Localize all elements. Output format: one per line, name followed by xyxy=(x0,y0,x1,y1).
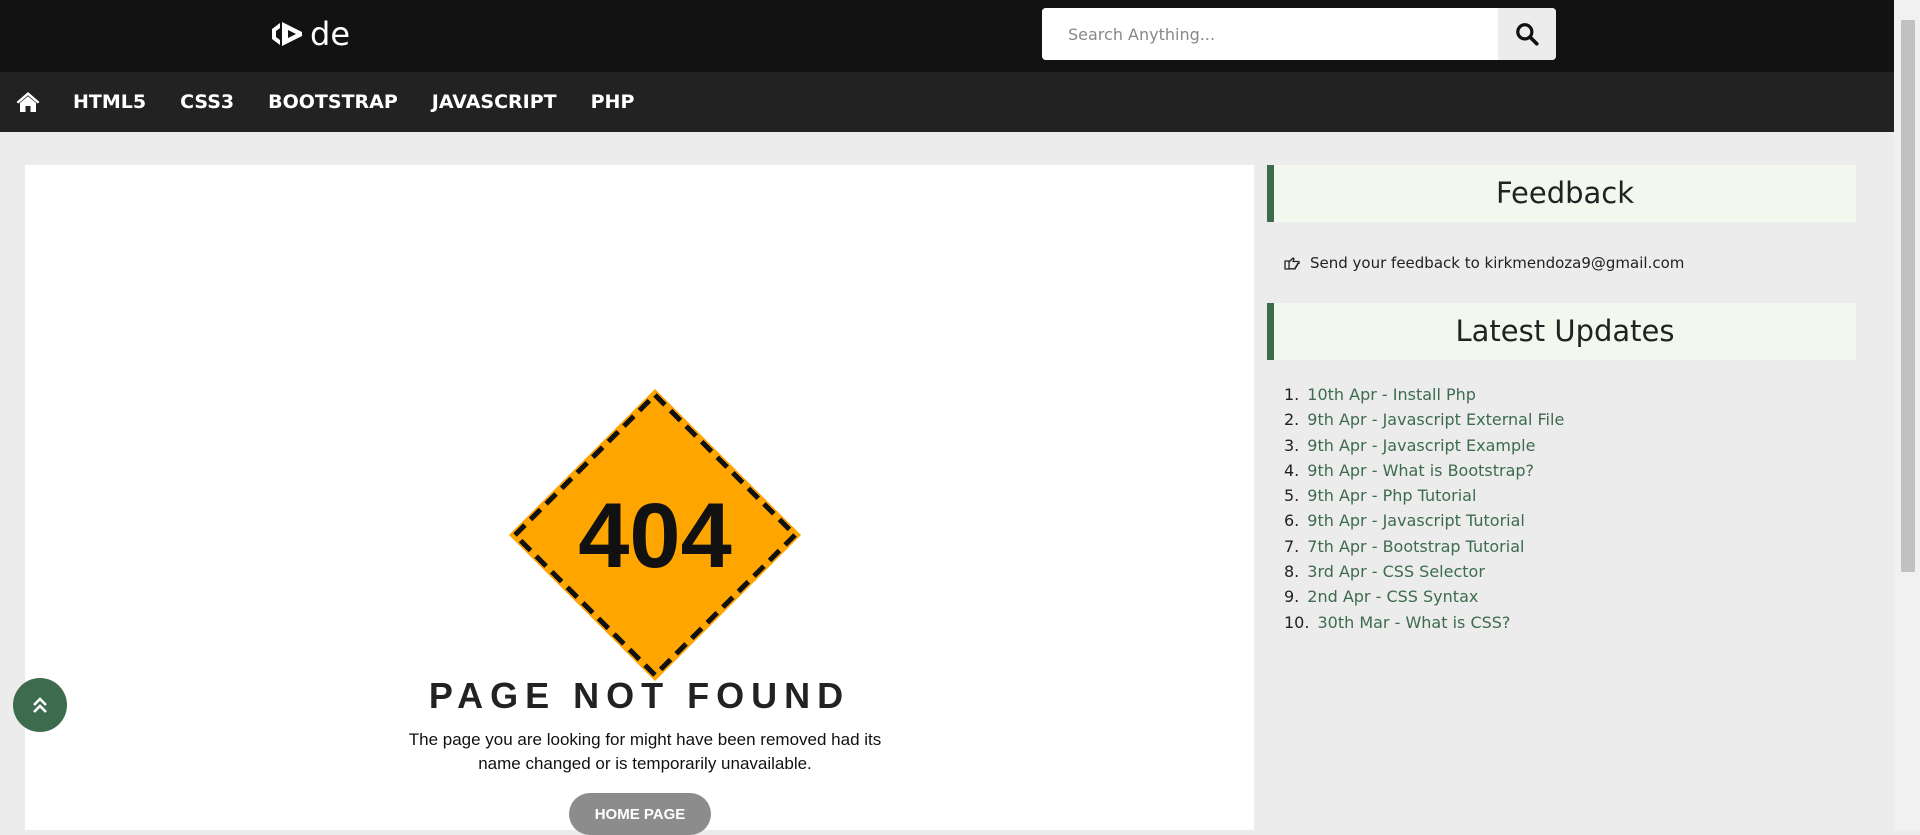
nav-item-css3[interactable]: CSS3 xyxy=(163,72,251,132)
update-link[interactable]: 3rd Apr - CSS Selector xyxy=(1307,562,1485,581)
hand-pointer-icon xyxy=(1284,256,1300,270)
nav-home-button[interactable] xyxy=(0,72,56,132)
search-bar xyxy=(1042,8,1556,60)
update-link[interactable]: 9th Apr - What is Bootstrap? xyxy=(1307,461,1534,480)
list-item-number: 8. xyxy=(1284,562,1300,582)
scrollbar-thumb[interactable] xyxy=(1901,20,1915,572)
feedback-heading: Feedback xyxy=(1267,165,1856,222)
update-link[interactable]: 30th Mar - What is CSS? xyxy=(1317,613,1510,632)
warning-sign-icon: 404 xyxy=(509,389,801,681)
nav-item-php[interactable]: PHP xyxy=(574,72,652,132)
feedback-text: Send your feedback to kirkmendoza9@gmail… xyxy=(1310,253,1685,272)
error-description: The page you are looking for might have … xyxy=(408,730,882,773)
update-link[interactable]: 10th Apr - Install Php xyxy=(1307,385,1476,404)
update-link[interactable]: 9th Apr - Javascript Example xyxy=(1307,436,1535,455)
nav-item-bootstrap[interactable]: BOOTSTRAP xyxy=(251,72,415,132)
logo-mark-icon xyxy=(272,22,302,46)
feedback-line: Send your feedback to kirkmendoza9@gmail… xyxy=(1267,222,1856,303)
search-input[interactable] xyxy=(1042,8,1498,60)
main-navigation: HTML5 CSS3 BOOTSTRAP JAVASCRIPT PHP xyxy=(0,72,1894,132)
list-item: 7. 7th Apr - Bootstrap Tutorial xyxy=(1284,534,1856,559)
nav-item-html5[interactable]: HTML5 xyxy=(56,72,163,132)
logo-text: de xyxy=(310,15,350,53)
error-content-panel: 404 PAGE NOT FOUND The page you are look… xyxy=(25,165,1254,835)
scroll-to-top-button[interactable] xyxy=(13,678,67,732)
update-link[interactable]: 2nd Apr - CSS Syntax xyxy=(1307,587,1478,606)
list-item-number: 4. xyxy=(1284,460,1300,480)
list-item-number: 9. xyxy=(1284,587,1300,607)
list-item: 8. 3rd Apr - CSS Selector xyxy=(1284,559,1856,584)
list-item-number: 2. xyxy=(1284,410,1300,430)
list-item: 1. 10th Apr - Install Php xyxy=(1284,382,1856,407)
list-item: 5. 9th Apr - Php Tutorial xyxy=(1284,483,1856,508)
nav-item-javascript[interactable]: JAVASCRIPT xyxy=(415,72,574,132)
page-scrollbar[interactable] xyxy=(1894,0,1920,830)
search-icon xyxy=(1516,23,1539,46)
list-item-number: 7. xyxy=(1284,536,1300,556)
update-link[interactable]: 7th Apr - Bootstrap Tutorial xyxy=(1307,537,1524,556)
top-header: de xyxy=(0,0,1894,72)
list-item: 9. 2nd Apr - CSS Syntax xyxy=(1284,584,1856,609)
list-item-number: 3. xyxy=(1284,435,1300,455)
list-item-number: 1. xyxy=(1284,385,1300,404)
latest-updates-heading: Latest Updates xyxy=(1267,303,1856,360)
site-logo[interactable]: de xyxy=(268,14,350,54)
update-link[interactable]: 9th Apr - Php Tutorial xyxy=(1307,486,1476,505)
latest-updates-list: 1. 10th Apr - Install Php 2. 9th Apr - Jav… xyxy=(1267,360,1856,635)
list-item: 2. 9th Apr - Javascript External File xyxy=(1284,407,1856,432)
page-title: PAGE NOT FOUND xyxy=(428,675,851,716)
update-link[interactable]: 9th Apr - Javascript External File xyxy=(1307,410,1564,429)
list-item: 6. 9th Apr - Javascript Tutorial xyxy=(1284,508,1856,533)
update-link[interactable]: 9th Apr - Javascript Tutorial xyxy=(1307,511,1525,530)
double-chevron-up-icon xyxy=(33,697,47,713)
search-button[interactable] xyxy=(1498,8,1556,60)
list-item-number: 6. xyxy=(1284,511,1300,531)
list-item: 4. 9th Apr - What is Bootstrap? xyxy=(1284,458,1856,483)
list-item-number: 10. xyxy=(1284,612,1310,632)
home-icon xyxy=(16,92,40,112)
sign-code: 404 xyxy=(578,485,732,587)
sidebar: Feedback Send your feedback to kirkmendo… xyxy=(1267,165,1856,635)
list-item: 3. 9th Apr - Javascript Example xyxy=(1284,433,1856,458)
list-item: 10. 30th Mar - What is CSS? xyxy=(1284,610,1856,635)
home-page-button[interactable]: HOME PAGE xyxy=(569,793,711,835)
list-item-number: 5. xyxy=(1284,486,1300,506)
